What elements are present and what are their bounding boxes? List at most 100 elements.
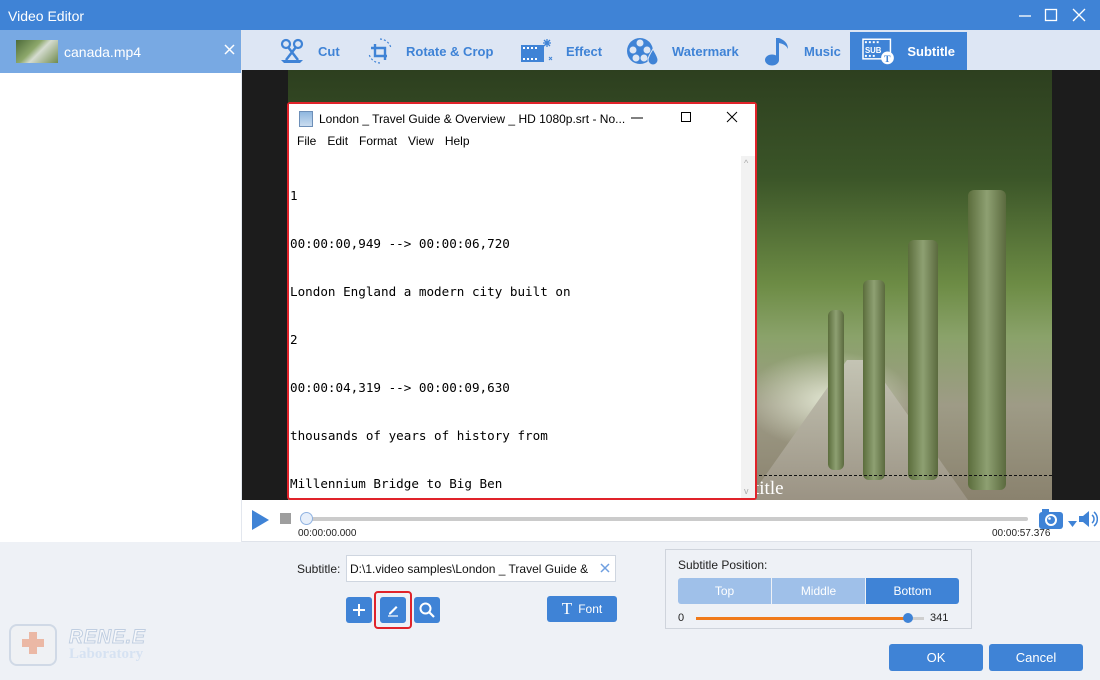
close-icon — [726, 111, 738, 123]
current-time: 00:00:00.000 — [298, 528, 357, 539]
video-scene-tree — [908, 240, 938, 480]
menu-file[interactable]: File — [297, 134, 316, 156]
camera-icon — [1039, 509, 1063, 529]
text-icon: T — [561, 599, 573, 618]
watermark-icon — [627, 38, 659, 66]
snapshot-button[interactable] — [1038, 508, 1064, 535]
remove-file-button[interactable] — [224, 42, 235, 60]
cancel-button[interactable]: Cancel — [989, 644, 1083, 671]
notepad-minimize-button[interactable] — [630, 110, 644, 129]
position-title: Subtitle Position: — [678, 558, 768, 572]
window-title: Video Editor — [8, 8, 85, 24]
position-bottom-button[interactable]: Bottom — [866, 578, 959, 604]
notepad-title: London _ Travel Guide & Overview _ HD 10… — [319, 112, 626, 126]
video-scene-tree — [828, 310, 844, 470]
brand-logo: RENE.E Laboratory — [9, 624, 146, 666]
text-line: London England a modern city built on — [290, 284, 571, 299]
plus-icon — [353, 604, 365, 616]
menu-help[interactable]: Help — [445, 134, 470, 156]
menu-edit[interactable]: Edit — [327, 134, 348, 156]
snapshot-dropdown[interactable] — [1068, 514, 1077, 532]
menu-view[interactable]: View — [408, 134, 434, 156]
text-line: 00:00:04,319 --> 00:00:09,630 — [290, 380, 510, 395]
close-icon — [600, 563, 610, 573]
add-subtitle-button[interactable] — [346, 597, 372, 623]
notepad-scrollbar[interactable]: ^ v — [741, 156, 755, 498]
brand-sub: Laboratory — [69, 646, 144, 662]
tab-subtitle[interactable]: SUB T Subtitle — [850, 32, 967, 70]
notepad-menu-bar: File Edit Format View Help — [289, 134, 755, 156]
menu-format[interactable]: Format — [359, 134, 397, 156]
clear-subtitle-button[interactable] — [600, 560, 610, 576]
close-icon — [224, 44, 235, 55]
play-button[interactable] — [250, 509, 270, 536]
chevron-up-icon[interactable]: ^ — [744, 158, 748, 168]
slider-min-value: 0 — [678, 612, 685, 624]
notepad-icon — [299, 111, 313, 127]
file-sidebar: canada.mp4 — [0, 30, 242, 542]
maximize-icon — [1044, 8, 1058, 22]
notepad-maximize-button[interactable] — [679, 110, 693, 129]
file-name: canada.mp4 — [64, 43, 142, 60]
video-scene-tree — [863, 280, 885, 480]
tab-label: Subtitle — [907, 43, 955, 59]
ok-button[interactable]: OK — [889, 644, 983, 671]
tab-label: Cut — [318, 43, 340, 59]
brand-name: RENE.E — [69, 627, 146, 648]
tab-watermark[interactable]: Watermark — [626, 32, 739, 70]
rotate-crop-icon — [368, 38, 392, 64]
text-line: 00:00:00,949 --> 00:00:06,720 — [290, 236, 510, 251]
slider-handle[interactable] — [903, 613, 914, 623]
notepad-close-button[interactable] — [725, 110, 739, 129]
video-scene-tree — [968, 190, 1006, 490]
file-item[interactable]: canada.mp4 — [0, 30, 241, 73]
maximize-icon — [681, 112, 691, 122]
minimize-icon — [631, 117, 643, 119]
text-line: 1 — [290, 188, 298, 203]
subtitle-settings-panel: Subtitle: D:\1.video samples\London _ Tr… — [0, 542, 1100, 680]
tab-rotate-crop[interactable]: Rotate & Crop — [366, 32, 493, 70]
notepad-text-area[interactable]: 1 00:00:00,949 --> 00:00:06,720 London E… — [289, 156, 741, 498]
font-button-label: Font — [578, 602, 603, 616]
text-line: thousands of years of history from — [290, 428, 548, 443]
music-note-icon — [765, 38, 788, 66]
maximize-button[interactable] — [1036, 0, 1066, 30]
volume-button[interactable] — [1078, 509, 1099, 534]
subtitle-icon: SUBT — [862, 38, 894, 65]
font-button[interactable]: T Font — [547, 596, 617, 622]
subtitle-guide-line — [754, 475, 1052, 476]
tab-cut[interactable]: Cut — [278, 32, 340, 70]
tab-label: Music — [804, 43, 841, 59]
text-line: 2 — [290, 332, 298, 347]
subtitle-preview-text: title — [754, 478, 784, 499]
position-slider[interactable] — [696, 613, 924, 623]
notepad-window: London _ Travel Guide & Overview _ HD 10… — [287, 102, 757, 500]
position-middle-button[interactable]: Middle — [772, 578, 865, 604]
subtitle-path-input[interactable]: D:\1.video samples\London _ Travel Guide… — [346, 555, 616, 582]
volume-icon — [1079, 511, 1099, 527]
search-icon — [419, 602, 435, 618]
tab-label: Effect — [566, 43, 603, 59]
text-line: Millennium Bridge to Big Ben — [290, 476, 503, 491]
slider-max-value: 341 — [930, 612, 949, 624]
subtitle-label: Subtitle: — [297, 562, 341, 576]
search-subtitle-button[interactable] — [414, 597, 440, 623]
play-icon — [252, 510, 269, 530]
close-icon — [1072, 8, 1086, 22]
title-bar: Video Editor — [0, 0, 1100, 30]
effect-film-icon — [521, 39, 553, 62]
edit-button-highlight — [374, 591, 412, 629]
chevron-down-icon[interactable]: v — [744, 486, 749, 496]
subtitle-position-panel: Subtitle Position: Top Middle Bottom 0 3… — [665, 549, 972, 629]
tab-label: Rotate & Crop — [406, 43, 494, 59]
svg-text:T: T — [884, 54, 891, 65]
first-aid-icon — [9, 624, 57, 666]
tab-music[interactable]: Music — [764, 32, 841, 70]
position-top-button[interactable]: Top — [678, 578, 771, 604]
notepad-title-bar[interactable]: London _ Travel Guide & Overview _ HD 10… — [289, 104, 755, 134]
tab-effect[interactable]: Effect — [520, 32, 602, 70]
tab-label: Watermark — [672, 43, 739, 59]
svg-text:SUB: SUB — [865, 46, 882, 55]
scissors-icon — [280, 38, 304, 63]
close-button[interactable] — [1064, 0, 1094, 30]
